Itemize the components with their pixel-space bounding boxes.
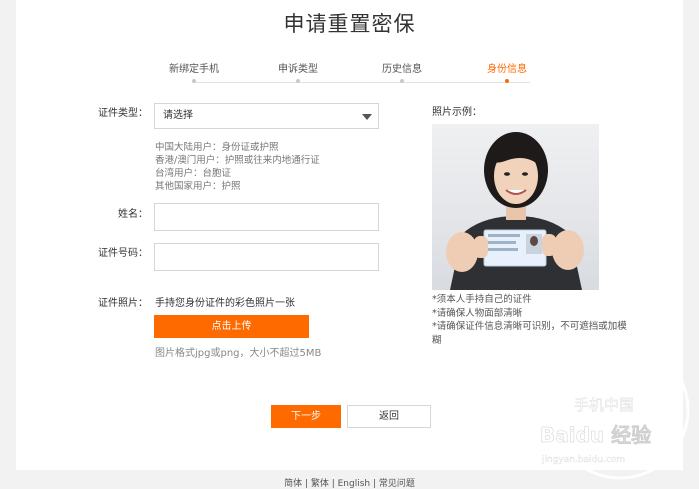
back-button[interactable]: 返回 bbox=[347, 405, 431, 428]
steps-track bbox=[194, 82, 530, 83]
step-appeal-type: 申诉类型 bbox=[253, 60, 343, 83]
name-label: 姓名： bbox=[118, 209, 148, 220]
step-label: 申诉类型 bbox=[278, 64, 318, 75]
id-type-hint: 香港/澳门用户：护照或往来内地通行证 bbox=[155, 155, 320, 166]
example-note: *请确保证件信息清晰可识别，不可遮挡或加模糊 bbox=[432, 321, 627, 346]
example-note: *请确保人物面部清晰 bbox=[432, 307, 523, 319]
main-card: 申请重置密保 新绑定手机 申诉类型 历史信息 身份信息 证件类型： 请选择 中国… bbox=[16, 0, 683, 470]
upload-button[interactable]: 点击上传 bbox=[154, 315, 309, 338]
id-number-input[interactable] bbox=[154, 243, 379, 271]
page-title: 申请重置密保 bbox=[283, 12, 416, 36]
id-photo-description: 手持您身份证件的彩色照片一张 bbox=[155, 298, 295, 309]
caret-down-icon bbox=[362, 114, 372, 120]
id-photo-label: 证件照片： bbox=[98, 298, 148, 309]
name-input[interactable] bbox=[154, 203, 379, 231]
id-type-selected-value: 请选择 bbox=[163, 110, 193, 121]
example-notes: *须本人手持自己的证件 *请确保人物面部清晰 *请确保证件信息清晰可识别，不可遮… bbox=[432, 293, 632, 347]
step-dot bbox=[192, 79, 196, 83]
step-dot bbox=[505, 79, 509, 83]
person-holding-id-illustration bbox=[446, 132, 584, 290]
id-type-label: 证件类型： bbox=[98, 108, 148, 119]
example-title: 照片示例： bbox=[432, 107, 482, 118]
id-number-label: 证件号码： bbox=[98, 248, 148, 259]
next-button[interactable]: 下一步 bbox=[271, 405, 341, 428]
step-history-info: 历史信息 bbox=[357, 60, 447, 83]
id-type-hint: 台湾用户：台胞证 bbox=[155, 168, 232, 179]
step-label: 新绑定手机 bbox=[169, 64, 219, 75]
step-label: 历史信息 bbox=[382, 64, 422, 75]
example-note: *须本人手持自己的证件 bbox=[432, 294, 532, 305]
step-new-phone: 新绑定手机 bbox=[149, 60, 239, 83]
upload-tip: 图片格式jpg或png，大小不超过5MB bbox=[155, 348, 322, 359]
step-label: 身份信息 bbox=[487, 64, 527, 75]
step-dot bbox=[296, 79, 300, 83]
id-type-hint: 中国大陆用户：身份证或护照 bbox=[155, 142, 279, 153]
step-dot bbox=[400, 79, 404, 83]
step-identity-info: 身份信息 bbox=[462, 60, 552, 83]
id-type-hint: 其他国家用户：护照 bbox=[155, 181, 241, 192]
id-type-select[interactable]: 请选择 bbox=[154, 103, 379, 129]
example-photo bbox=[432, 124, 599, 290]
